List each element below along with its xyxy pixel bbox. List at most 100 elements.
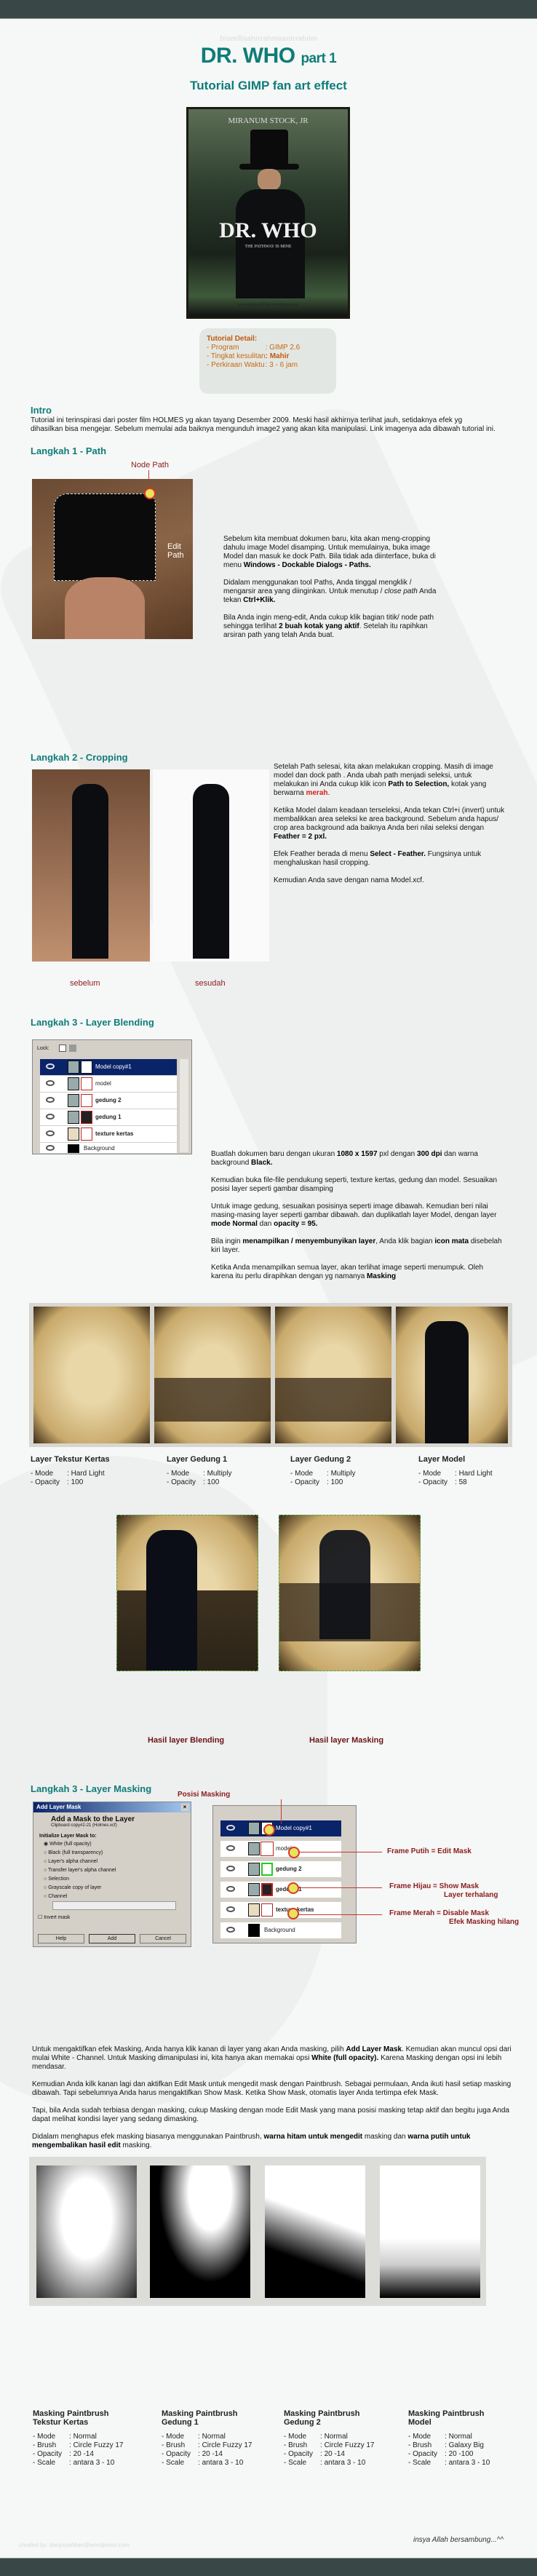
value: : Normal xyxy=(320,2433,348,2441)
poster-image: MIRANUM STOCK, JR DR. WHO THE PATHWAY IS… xyxy=(186,107,350,319)
value: : 20 -100 xyxy=(445,2450,474,2458)
eye-icon[interactable] xyxy=(226,1825,235,1831)
title-part: part 1 xyxy=(301,51,337,66)
eye-icon[interactable] xyxy=(226,1886,235,1892)
eye-icon[interactable] xyxy=(46,1080,55,1086)
text-bold: Black. xyxy=(251,1159,273,1167)
layer-thumbnail xyxy=(248,1903,260,1917)
radio-black[interactable]: ○ Black (full transparency) xyxy=(44,1849,191,1858)
mask-thumbnail[interactable] xyxy=(261,1903,273,1917)
value: : Multiply xyxy=(327,1470,356,1478)
layer-setting: Layer Model - Mode: Hard Light - Opacity: … xyxy=(418,1455,500,1487)
value: : Normal xyxy=(198,2433,226,2441)
layer-row[interactable]: gedung 2 xyxy=(220,1861,341,1877)
text-red: merah xyxy=(306,789,328,797)
layer-thumbnail xyxy=(248,1863,260,1876)
mask-model xyxy=(380,2165,480,2298)
lock-alpha-checkbox[interactable] xyxy=(69,1045,76,1052)
close-icon[interactable]: × xyxy=(181,1804,188,1811)
caption-blending: Hasil layer Blending xyxy=(148,1736,225,1745)
layer-setting-name: Layer Gedung 1 xyxy=(167,1455,228,1464)
brush-setting: Masking Paintbrush Gedung 1 - Mode: Normal… xyxy=(162,2409,259,2468)
lock-pixels-checkbox[interactable] xyxy=(59,1045,66,1052)
mask-gedung-2 xyxy=(265,2165,365,2298)
value: : 20 -14 xyxy=(69,2450,94,2458)
eye-icon[interactable] xyxy=(226,1906,235,1912)
annotation-line xyxy=(281,1799,282,1824)
radio-channel[interactable]: ○ Channel xyxy=(44,1893,191,1901)
text-bold: icon mata xyxy=(434,1237,469,1245)
eye-icon[interactable] xyxy=(46,1114,55,1119)
help-button[interactable]: Help xyxy=(38,1934,84,1943)
result-masking-image xyxy=(279,1515,421,1671)
layer-row[interactable]: gedung 2 xyxy=(40,1093,177,1109)
label: - Mode xyxy=(408,2433,431,2441)
mask-thumbnail[interactable] xyxy=(81,1094,92,1107)
layer-row[interactable]: gedung 1 xyxy=(40,1109,177,1125)
radio-grayscale[interactable]: ○ Grayscale copy of layer xyxy=(44,1884,191,1893)
node-highlight-icon xyxy=(144,488,156,499)
mask-thumbnail[interactable] xyxy=(81,1061,92,1074)
eye-icon[interactable] xyxy=(46,1097,55,1103)
mask-thumbnail[interactable] xyxy=(81,1128,92,1141)
brush-subtitle: Gedung 2 xyxy=(284,2418,321,2427)
label: - Scale xyxy=(284,2459,307,2467)
layer-setting-name: Layer Gedung 2 xyxy=(290,1455,351,1464)
dialog-titlebar: Add Layer Mask × xyxy=(33,1802,191,1812)
eye-icon[interactable] xyxy=(46,1130,55,1136)
layer-thumbnail xyxy=(248,1822,260,1835)
invert-mask-checkbox[interactable]: ☐ Invert mask xyxy=(33,1910,191,1925)
radio-selection[interactable]: ○ Selection xyxy=(44,1875,191,1884)
mask-thumbnail[interactable] xyxy=(260,1842,274,1856)
brush-subtitle: Gedung 1 xyxy=(162,2418,199,2427)
eye-icon[interactable] xyxy=(46,1063,55,1069)
radio-transfer-alpha[interactable]: ○ Transfer layer's alpha channel xyxy=(44,1866,191,1875)
add-button[interactable]: Add xyxy=(89,1934,135,1943)
mask-thumbnail[interactable] xyxy=(81,1077,92,1090)
value: : Galaxy Big xyxy=(445,2441,484,2449)
channel-select[interactable] xyxy=(52,1901,176,1910)
hat-path-shape xyxy=(54,494,156,581)
layer-thumbnail xyxy=(68,1077,79,1090)
text: Buatlah dokumen baru dengan ukuran xyxy=(211,1150,337,1158)
layer-row[interactable]: Background xyxy=(220,1922,341,1938)
value: : 100 xyxy=(203,1478,220,1486)
brush-title: Masking Paintbrush xyxy=(284,2409,360,2418)
text-bold: mode Normal xyxy=(211,1220,258,1228)
text-bold: opacity = 95. xyxy=(274,1220,318,1228)
layer-name: Background xyxy=(264,1927,295,1933)
layer-row[interactable]: Model copy#1 xyxy=(40,1059,177,1075)
eye-icon[interactable] xyxy=(226,1866,235,1871)
eye-icon[interactable] xyxy=(226,1927,235,1933)
scrollbar[interactable] xyxy=(180,1059,188,1152)
layer-row[interactable]: Background xyxy=(40,1143,177,1153)
layer-setting-name: Layer Tekstur Kertas xyxy=(31,1455,110,1464)
label: - Opacity xyxy=(284,2450,314,2458)
radio-white[interactable]: ◉ White (full opacity) xyxy=(44,1840,191,1849)
eye-icon[interactable] xyxy=(46,1145,55,1151)
label: - Mode xyxy=(162,2433,185,2441)
text: Untuk image gedung, sesuaikan posisinya … xyxy=(211,1202,497,1219)
face-shape xyxy=(258,169,281,191)
layer-row[interactable]: model xyxy=(40,1076,177,1092)
layer-row[interactable]: texture kertas xyxy=(220,1902,341,1918)
layer-row[interactable]: texture kertas xyxy=(40,1126,177,1142)
layer-thumbnail xyxy=(68,1094,79,1107)
value: : Hard Light xyxy=(455,1470,493,1478)
option-label: Selection xyxy=(48,1876,69,1882)
mask-thumbnail[interactable] xyxy=(261,1863,273,1876)
text-bold: Masking xyxy=(367,1272,397,1280)
mask-thumbnail[interactable] xyxy=(261,1883,273,1896)
layer-name: texture kertas xyxy=(95,1130,134,1137)
preview-gedung-1 xyxy=(154,1307,271,1443)
layer-row[interactable]: gedung 1 xyxy=(220,1882,341,1898)
cancel-button[interactable]: Cancel xyxy=(140,1934,186,1943)
radio-alpha[interactable]: ○ Layer's alpha channel xyxy=(44,1858,191,1866)
text: Didalam menggunakan tool Paths, Anda tin… xyxy=(223,579,412,595)
eye-icon[interactable] xyxy=(226,1845,235,1851)
mask-thumbnail[interactable] xyxy=(81,1111,92,1124)
layer-row[interactable]: model xyxy=(220,1841,341,1857)
layer-setting: Layer Tekstur Kertas - Mode: Hard Light - … xyxy=(31,1455,112,1487)
frame-hijau-label: Frame Hijau = Show Mask xyxy=(389,1882,480,1890)
top-bar xyxy=(0,0,537,19)
